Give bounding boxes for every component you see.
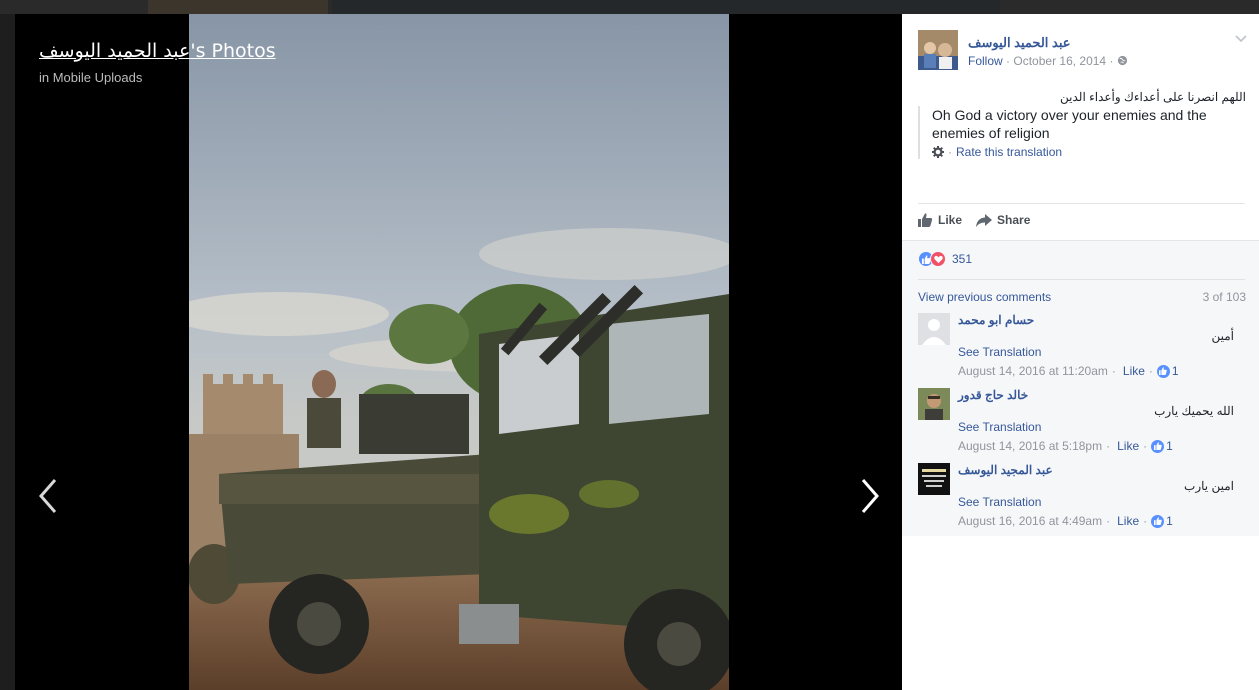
see-translation-link[interactable]: See Translation — [958, 495, 1041, 509]
next-photo-button[interactable] — [853, 476, 883, 516]
comment-item: حسام ابو محمد أمين See Translation Augus… — [918, 313, 1246, 383]
chevron-right-icon — [861, 479, 879, 513]
gear-icon — [932, 146, 944, 158]
comment-item: خالد حاج قدور الله يحميك يارب See Transl… — [918, 388, 1246, 458]
like-label: Like — [938, 213, 963, 227]
see-translation-link[interactable]: See Translation — [958, 420, 1041, 434]
photo-stage: عبد الحميد اليوسف's Photos in Mobile Upl… — [15, 14, 902, 690]
commenter-name[interactable]: خالد حاج قدور — [958, 388, 1028, 402]
album-subtitle: in Mobile Uploads — [39, 70, 143, 85]
author-avatar[interactable] — [918, 30, 958, 70]
share-button[interactable]: Share — [976, 213, 1030, 227]
rate-translation[interactable]: · Rate this translation — [932, 145, 1248, 159]
heart-icon — [930, 251, 946, 267]
view-previous-comments-link[interactable]: View previous comments — [918, 290, 1051, 304]
thumbs-up-icon — [1151, 514, 1165, 528]
comment-text: أمين — [1211, 329, 1234, 343]
post-meta: Follow · October 16, 2014 · — [968, 54, 1128, 68]
reaction-count[interactable]: 351 — [952, 252, 972, 266]
comment-like-button[interactable]: Like — [1123, 364, 1145, 378]
comment-count: 3 of 103 — [1202, 290, 1246, 304]
rate-translation-link[interactable]: Rate this translation — [956, 145, 1062, 159]
comment-date[interactable]: August 16, 2016 at 4:49am — [958, 514, 1102, 528]
comment-like-count[interactable]: 1 — [1166, 439, 1173, 453]
commenter-name[interactable]: عبد المجيد اليوسف — [958, 463, 1053, 477]
comments-area: 351 View previous comments 3 of 103 حسام… — [902, 240, 1259, 536]
background-thumb — [148, 0, 328, 14]
divider — [918, 203, 1245, 204]
comment-like-button[interactable]: Like — [1117, 514, 1139, 528]
share-arrow-icon — [976, 213, 993, 227]
background-page-strip — [0, 0, 1259, 14]
reactions-summary[interactable]: 351 — [918, 251, 972, 267]
divider — [918, 279, 1245, 280]
comment-like-button[interactable]: Like — [1117, 439, 1139, 453]
thumbs-up-icon — [1151, 439, 1165, 453]
comment-like-count[interactable]: 1 — [1166, 514, 1173, 528]
share-label: Share — [997, 213, 1031, 227]
previous-photo-button[interactable] — [35, 476, 65, 516]
comment-date[interactable]: August 14, 2016 at 5:18pm — [958, 439, 1102, 453]
comment-date[interactable]: August 14, 2016 at 11:20am — [958, 364, 1108, 378]
post-author-name[interactable]: عبد الحميد اليوسف — [968, 35, 1071, 51]
thumbs-up-icon — [918, 213, 933, 227]
comment-meta: August 14, 2016 at 5:18pm · Like · 1 — [958, 439, 1173, 453]
photo — [189, 14, 729, 690]
post-translation: Oh God a victory over your enemies and t… — [918, 106, 1248, 159]
chevron-down-icon[interactable] — [1234, 34, 1248, 44]
post-actions: Like Share — [918, 213, 1044, 227]
comment-text: الله يحميك يارب — [1154, 404, 1234, 418]
commenter-avatar[interactable] — [918, 463, 950, 495]
comment-meta: August 14, 2016 at 11:20am · Like · 1 — [958, 364, 1179, 378]
post-panel: عبد الحميد اليوسف Follow · October 16, 2… — [902, 14, 1259, 690]
comment-meta: August 16, 2016 at 4:49am · Like · 1 — [958, 514, 1173, 528]
like-button[interactable]: Like — [918, 213, 962, 227]
globe-icon — [1117, 55, 1127, 66]
commenter-avatar[interactable] — [918, 313, 950, 345]
comment-item: عبد المجيد اليوسف امين يارب See Translat… — [918, 463, 1246, 533]
post-original-text: اللهم انصرنا على أعداءك وأعداء الدين — [1060, 90, 1246, 104]
chevron-left-icon — [39, 479, 57, 513]
background-thumb — [332, 0, 1000, 14]
comment-like-count[interactable]: 1 — [1172, 364, 1179, 378]
post-header: عبد الحميد اليوسف Follow · October 16, 2… — [918, 30, 1248, 72]
commenter-name[interactable]: حسام ابو محمد — [958, 313, 1034, 327]
follow-link[interactable]: Follow — [968, 54, 1003, 68]
translation-text: Oh God a victory over your enemies and t… — [932, 107, 1207, 141]
commenter-avatar[interactable] — [918, 388, 950, 420]
comment-text: امين يارب — [1184, 479, 1234, 493]
photos-album-title[interactable]: عبد الحميد اليوسف's Photos — [39, 40, 276, 62]
thumbs-up-icon — [1156, 364, 1170, 378]
see-translation-link[interactable]: See Translation — [958, 345, 1041, 359]
post-date[interactable]: October 16, 2014 — [1013, 54, 1106, 68]
